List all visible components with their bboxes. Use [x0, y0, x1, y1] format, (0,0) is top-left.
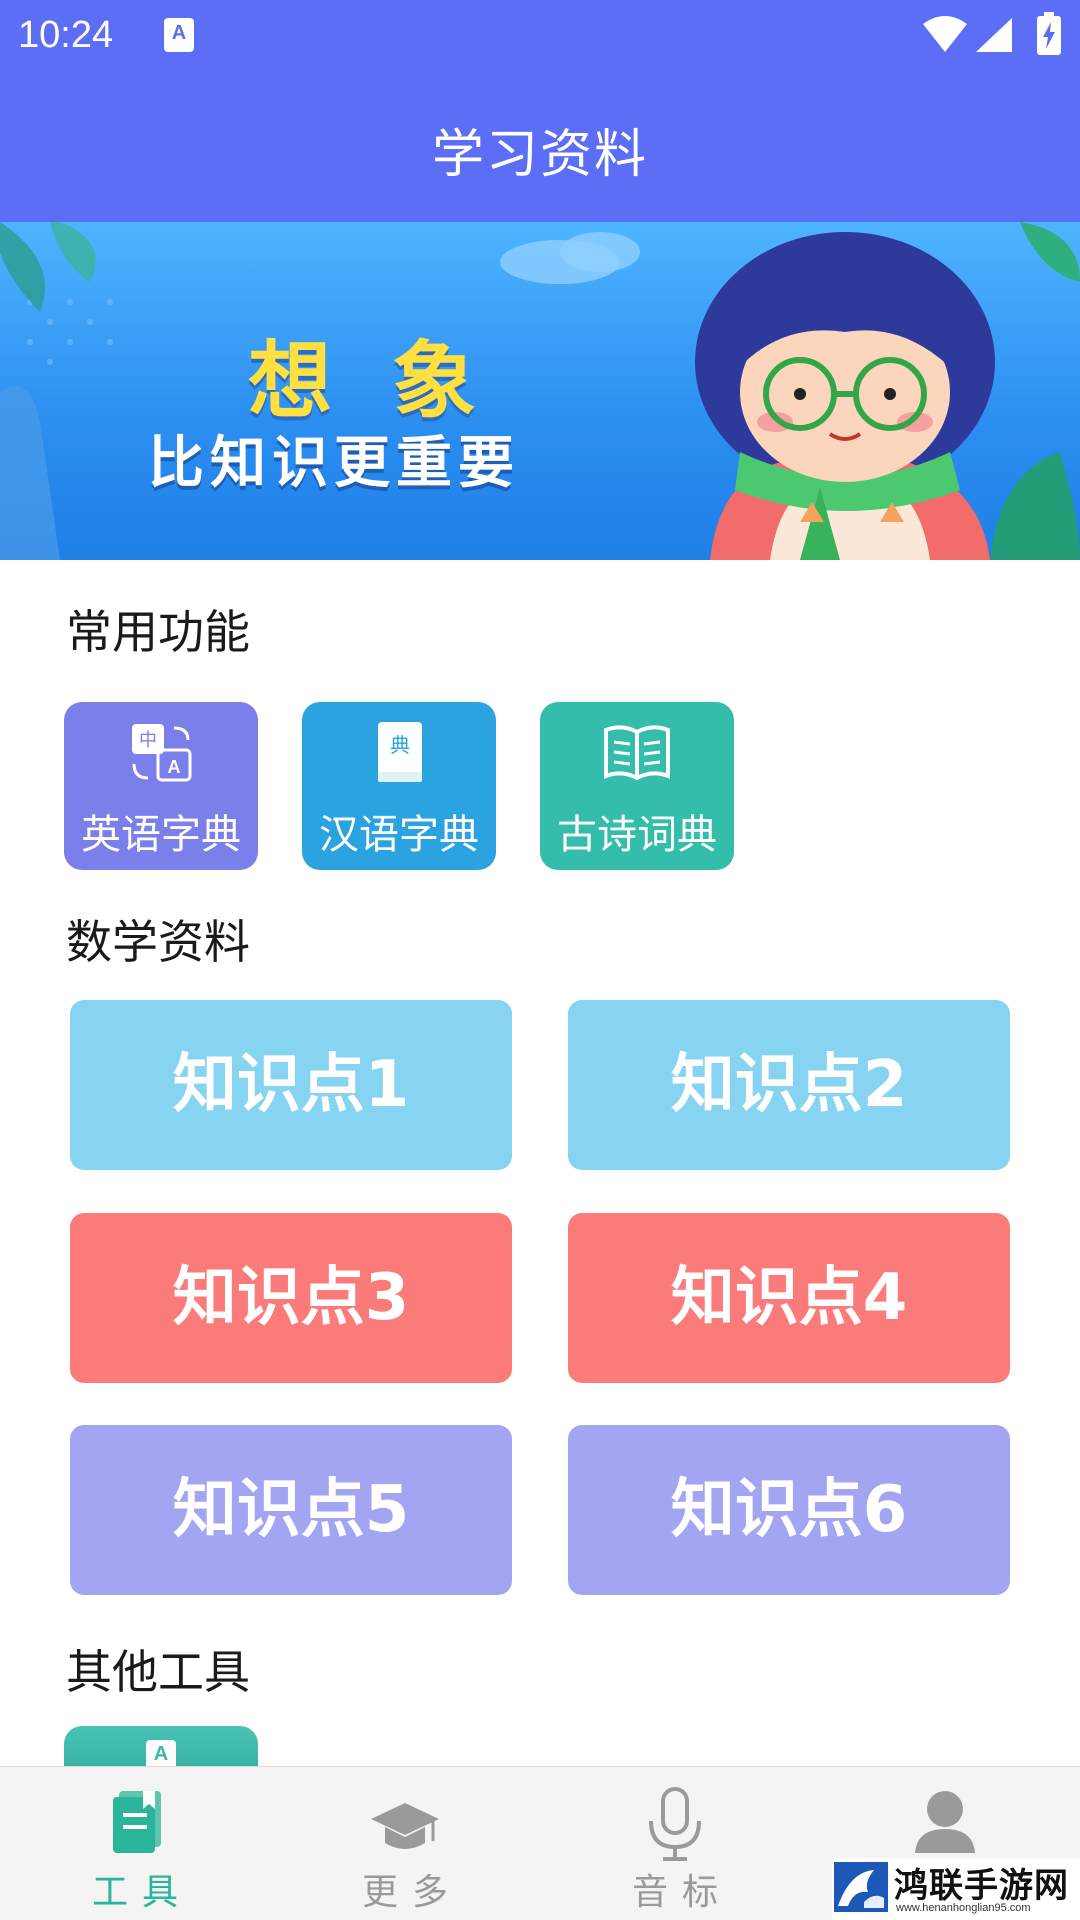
knowledge-point-5-button[interactable]: 知识点5: [70, 1425, 512, 1595]
microphone-icon: [649, 1787, 701, 1861]
tile-label: 汉语字典: [319, 812, 479, 858]
tile-label: 古诗词典: [557, 812, 717, 858]
translate-icon: 中 A: [132, 724, 192, 782]
user-icon: [915, 1791, 975, 1853]
banner-headline: 想象: [248, 332, 537, 430]
page-title: 学习资料: [431, 125, 648, 185]
knowledge-point-6-button[interactable]: 知识点6: [568, 1425, 1010, 1595]
wifi-icon: [923, 16, 967, 52]
nav-label: 工具: [91, 1872, 192, 1913]
english-dictionary-tile[interactable]: 中 A 英语字典: [64, 702, 258, 870]
section-title-common: 常用功能: [66, 605, 250, 659]
svg-text:中: 中: [139, 730, 157, 751]
nav-tab-more[interactable]: 更多: [270, 1767, 540, 1920]
letter-a-icon: A: [146, 1740, 176, 1766]
svg-text:典: 典: [390, 733, 410, 757]
status-time: 10:24: [18, 14, 114, 56]
tile-label: 英语字典: [81, 812, 241, 858]
nav-label: 更多: [361, 1872, 462, 1913]
watermark-logo-icon: [834, 1862, 888, 1912]
battery-charging-icon: [1037, 12, 1061, 55]
graduation-cap-icon: [371, 1803, 439, 1849]
banner-subheadline: 比知识更重要: [148, 431, 520, 496]
section-title-other: 其他工具: [66, 1645, 250, 1699]
nav-tab-tools[interactable]: 工具: [0, 1767, 270, 1920]
chinese-dictionary-tile[interactable]: 典 汉语字典: [302, 702, 496, 870]
site-watermark: 鸿联手游网 www.henanhonglian95.com: [832, 1858, 1080, 1920]
knowledge-point-1-button[interactable]: 知识点1: [70, 1000, 512, 1170]
watermark-name: 鸿联手游网: [894, 1866, 1069, 1906]
svg-text:A: A: [168, 757, 181, 777]
open-book-icon: [604, 725, 670, 781]
app-header: 10:24 A 学习资料: [0, 0, 1080, 222]
signal-icon: [976, 18, 1012, 52]
notification-a-icon: A: [164, 18, 194, 52]
other-tool-tile[interactable]: A: [64, 1726, 258, 1766]
section-title-math: 数学资料: [66, 915, 250, 969]
nav-label: 音标: [631, 1872, 732, 1913]
knowledge-point-3-button[interactable]: 知识点3: [70, 1213, 512, 1383]
nav-tab-phonetics[interactable]: 音标: [540, 1767, 810, 1920]
promo-banner[interactable]: 想象 比知识更重要: [0, 222, 1080, 560]
tools-book-icon: [113, 1791, 161, 1853]
dictionary-book-icon: 典: [378, 722, 422, 782]
knowledge-point-4-button[interactable]: 知识点4: [568, 1213, 1010, 1383]
watermark-url: www.henanhonglian95.com: [896, 1902, 1031, 1914]
banner-illustration: [0, 222, 1080, 560]
poetry-dictionary-tile[interactable]: 古诗词典: [540, 702, 734, 870]
knowledge-point-2-button[interactable]: 知识点2: [568, 1000, 1010, 1170]
